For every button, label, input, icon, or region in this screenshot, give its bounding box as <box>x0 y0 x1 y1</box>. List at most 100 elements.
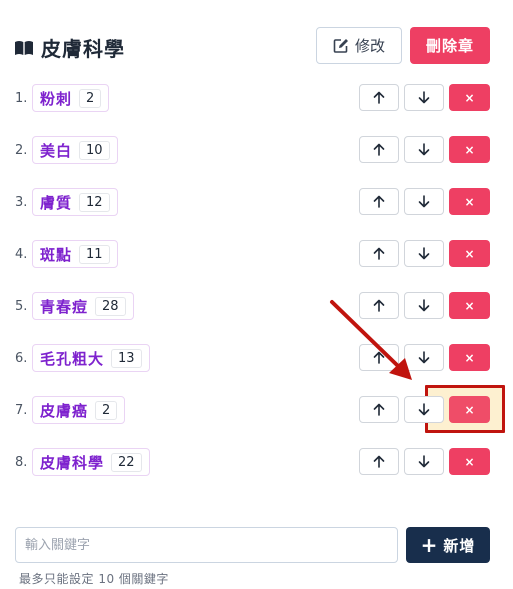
arrow-down-icon <box>418 351 430 364</box>
close-icon: × <box>464 454 475 469</box>
keyword-label: 粉刺 <box>40 89 73 108</box>
arrow-up-icon <box>373 247 385 260</box>
arrow-up-icon <box>373 91 385 104</box>
keyword-row: 2. 美白 10 × <box>0 135 513 167</box>
delete-chapter-button[interactable]: 刪除章 <box>410 27 490 64</box>
edit-icon <box>333 39 348 53</box>
close-icon: × <box>464 142 475 157</box>
keyword-tag: 青春痘 28 <box>32 292 134 320</box>
plus-icon: + <box>420 533 439 557</box>
keyword-index: 8. <box>15 455 28 470</box>
move-up-button[interactable] <box>359 84 399 111</box>
remove-keyword-button[interactable]: × <box>449 292 490 319</box>
keyword-row: 8. 皮膚科學 22 × <box>0 447 513 479</box>
arrow-down-icon <box>418 247 430 260</box>
move-up-button[interactable] <box>359 292 399 319</box>
keyword-row: 1. 粉刺 2 × <box>0 83 513 115</box>
arrow-up-icon <box>373 143 385 156</box>
keyword-tag: 斑點 11 <box>32 240 118 268</box>
close-icon: × <box>464 246 475 261</box>
add-keyword-button[interactable]: + 新增 <box>406 527 490 563</box>
remove-keyword-button[interactable]: × <box>449 396 490 423</box>
arrow-down-icon <box>418 299 430 312</box>
remove-keyword-button[interactable]: × <box>449 344 490 371</box>
keyword-row: 7. 皮膚癌 2 × <box>0 395 513 427</box>
add-keyword-label: 新增 <box>443 536 476 555</box>
chapter-header: 皮膚科學 修改 刪除章 <box>0 0 513 90</box>
keyword-index: 3. <box>15 195 28 210</box>
keyword-count-badge: 2 <box>79 88 102 108</box>
move-down-button[interactable] <box>404 396 444 423</box>
keyword-count-badge: 28 <box>95 296 126 316</box>
keyword-count-badge: 10 <box>79 140 110 160</box>
keyword-tag: 皮膚癌 2 <box>32 396 126 424</box>
arrow-down-icon <box>418 195 430 208</box>
close-icon: × <box>464 298 475 313</box>
keyword-count-badge: 22 <box>111 452 142 472</box>
keyword-row: 5. 青春痘 28 × <box>0 291 513 323</box>
keyword-tag: 美白 10 <box>32 136 118 164</box>
close-icon: × <box>464 350 475 365</box>
edit-button[interactable]: 修改 <box>316 27 402 64</box>
keyword-count-badge: 13 <box>111 348 142 368</box>
move-down-button[interactable] <box>404 240 444 267</box>
move-up-button[interactable] <box>359 240 399 267</box>
move-up-button[interactable] <box>359 136 399 163</box>
move-down-button[interactable] <box>404 84 444 111</box>
remove-keyword-button[interactable]: × <box>449 448 490 475</box>
keyword-tag: 粉刺 2 <box>32 84 110 112</box>
move-up-button[interactable] <box>359 344 399 371</box>
keyword-label: 皮膚癌 <box>40 401 89 420</box>
keyword-label: 毛孔粗大 <box>40 349 105 368</box>
keyword-tag: 毛孔粗大 13 <box>32 344 150 372</box>
edit-button-label: 修改 <box>354 37 385 55</box>
move-down-button[interactable] <box>404 136 444 163</box>
keyword-label: 美白 <box>40 141 73 160</box>
keyword-index: 4. <box>15 247 28 262</box>
move-down-button[interactable] <box>404 292 444 319</box>
remove-keyword-button[interactable]: × <box>449 136 490 163</box>
keyword-index: 7. <box>15 403 28 418</box>
keyword-label: 青春痘 <box>40 297 89 316</box>
book-open-icon <box>15 40 33 55</box>
keyword-label: 皮膚科學 <box>40 453 105 472</box>
keyword-tag: 膚質 12 <box>32 188 118 216</box>
keyword-count-badge: 2 <box>95 400 118 420</box>
keyword-count-badge: 12 <box>79 192 110 212</box>
move-down-button[interactable] <box>404 188 444 215</box>
keyword-label: 膚質 <box>40 193 73 212</box>
keyword-index: 1. <box>15 91 28 106</box>
close-icon: × <box>464 402 475 417</box>
keyword-row: 3. 膚質 12 × <box>0 187 513 219</box>
arrow-up-icon <box>373 195 385 208</box>
remove-keyword-button[interactable]: × <box>449 188 490 215</box>
keyword-row: 4. 斑點 11 × <box>0 239 513 271</box>
keyword-label: 斑點 <box>40 245 73 264</box>
close-icon: × <box>464 90 475 105</box>
close-icon: × <box>464 194 475 209</box>
arrow-up-icon <box>373 299 385 312</box>
arrow-up-icon <box>373 455 385 468</box>
arrow-down-icon <box>418 403 430 416</box>
arrow-down-icon <box>418 455 430 468</box>
keyword-index: 5. <box>15 299 28 314</box>
arrow-up-icon <box>373 403 385 416</box>
keyword-index: 6. <box>15 351 28 366</box>
chapter-title: 皮膚科學 <box>41 37 125 61</box>
move-down-button[interactable] <box>404 344 444 371</box>
move-up-button[interactable] <box>359 448 399 475</box>
chapter-title-group: 皮膚科學 <box>14 33 125 62</box>
keyword-limit-hint: 最多只能設定 10 個關鍵字 <box>19 572 169 586</box>
remove-keyword-button[interactable]: × <box>449 84 490 111</box>
keyword-input[interactable] <box>15 527 398 563</box>
move-down-button[interactable] <box>404 448 444 475</box>
arrow-down-icon <box>418 91 430 104</box>
arrow-down-icon <box>418 143 430 156</box>
delete-chapter-label: 刪除章 <box>425 37 474 55</box>
keyword-tag: 皮膚科學 22 <box>32 448 150 476</box>
arrow-up-icon <box>373 351 385 364</box>
keyword-count-badge: 11 <box>79 244 110 264</box>
move-up-button[interactable] <box>359 188 399 215</box>
move-up-button[interactable] <box>359 396 399 423</box>
remove-keyword-button[interactable]: × <box>449 240 490 267</box>
